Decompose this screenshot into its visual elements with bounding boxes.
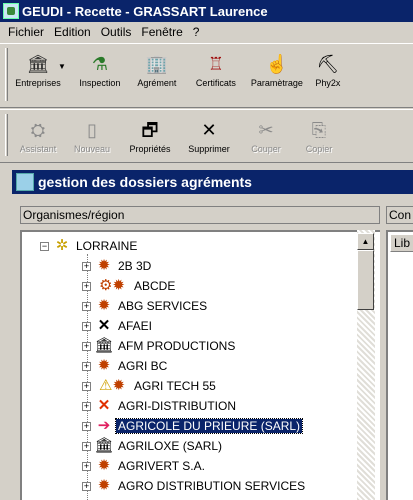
main-toolbar: 🏛 Entreprises ▼ ⚗ Inspection 🏢 Agrément … bbox=[0, 43, 413, 108]
proprietes-button[interactable]: 🗗 Propriétés bbox=[120, 110, 180, 162]
expand-icon[interactable]: + bbox=[82, 281, 91, 291]
copier-button[interactable]: ⎘ Copier bbox=[294, 110, 344, 162]
couper-button[interactable]: ✂ Couper bbox=[238, 110, 294, 162]
expand-icon[interactable]: + bbox=[82, 261, 91, 271]
cross-icon: ✕ bbox=[97, 317, 111, 334]
inspection-button[interactable]: ⚗ Inspection bbox=[72, 44, 128, 107]
entreprises-dropdown-icon[interactable]: ▼ bbox=[58, 62, 66, 71]
red-cross-icon: ✕ bbox=[97, 397, 111, 414]
menu-fichier[interactable]: Fichier bbox=[4, 25, 50, 39]
right-list-panel[interactable]: Lib bbox=[386, 230, 413, 500]
menu-outils[interactable]: Outils bbox=[97, 25, 138, 39]
arrow-right-icon: ➔ bbox=[97, 417, 111, 434]
tree-item[interactable]: + 🏛 AGRILOXE (SARL) bbox=[82, 436, 224, 456]
tree-item[interactable]: + ✹ AGRO DISTRIBUTION SERVICES bbox=[82, 476, 307, 496]
expand-icon[interactable]: + bbox=[82, 341, 91, 351]
gear-icon: ✹ bbox=[97, 477, 111, 494]
menu-help[interactable]: ? bbox=[189, 25, 206, 39]
wizard-icon: ⛭ bbox=[30, 120, 46, 140]
warning-gear-icon: ⚠ ✹ bbox=[98, 377, 126, 394]
expand-icon[interactable]: + bbox=[82, 461, 91, 471]
gear-icon: ✹ bbox=[97, 357, 111, 374]
mdi-window-title: gestion des dossiers agréments bbox=[38, 174, 252, 190]
phy2x-button[interactable]: ⛏ Phy2x bbox=[308, 44, 348, 107]
tree-item[interactable]: + ⚙✹ ABCDE bbox=[82, 276, 177, 296]
window-title: GEUDI - Recette - GRASSART Laurence bbox=[22, 3, 268, 19]
gear-icon: ✹ bbox=[97, 297, 111, 314]
parametrage-button[interactable]: ☝ Paramètrage bbox=[246, 44, 308, 107]
menu-edition[interactable]: Edition bbox=[50, 25, 97, 39]
scissors-icon: ✂ bbox=[258, 120, 274, 140]
mdi-window-titlebar: gestion des dossiers agréments bbox=[12, 170, 413, 194]
scroll-up-arrow-icon[interactable]: ▲ bbox=[357, 233, 374, 250]
tree-item[interactable]: + ✕ AGRI-DISTRIBUTION bbox=[82, 396, 238, 416]
gear-multi-icon: ⚙✹ bbox=[98, 277, 125, 294]
new-document-icon: ▯ bbox=[87, 120, 97, 140]
expand-icon[interactable]: + bbox=[82, 401, 91, 411]
app-icon bbox=[3, 3, 19, 19]
gear-icon: ✹ bbox=[97, 257, 111, 274]
toolbar-grip-2[interactable] bbox=[5, 114, 8, 156]
organism-tree[interactable]: − ✲ LORRAINE + ✹ 2B 3D + ⚙✹ ABCDE + ✹ AB… bbox=[20, 230, 380, 500]
tree-item[interactable]: + ✹ ABG SERVICES bbox=[82, 296, 209, 316]
agrement-icon: 🏢 bbox=[145, 54, 169, 74]
phy2x-icon: ⛏ bbox=[316, 54, 340, 74]
expand-icon[interactable]: + bbox=[82, 301, 91, 311]
certificate-icon: ♖ bbox=[207, 54, 224, 74]
building-icon: 🏛 bbox=[26, 54, 50, 74]
agrement-button[interactable]: 🏢 Agrément bbox=[128, 44, 186, 107]
menu-fenetre[interactable]: Fenêtre bbox=[137, 25, 188, 39]
copy-icon: ⎘ bbox=[311, 120, 327, 140]
edit-toolbar: ⛭ Assistant ▯ Nouveau 🗗 Propriétés ✕ Sup… bbox=[0, 109, 413, 163]
window-titlebar: GEUDI - Recette - GRASSART Laurence bbox=[0, 0, 413, 22]
delete-x-icon: ✕ bbox=[201, 120, 217, 140]
scrollbar-thumb[interactable] bbox=[357, 250, 374, 310]
entreprises-button[interactable]: 🏛 Entreprises bbox=[12, 44, 64, 107]
certificats-button[interactable]: ♖ Certificats bbox=[186, 44, 246, 107]
assistant-button[interactable]: ⛭ Assistant bbox=[12, 110, 64, 162]
supprimer-button[interactable]: ✕ Supprimer bbox=[180, 110, 238, 162]
building-icon: 🏛 bbox=[94, 337, 114, 354]
gear-icon: ✹ bbox=[97, 457, 111, 474]
tree-item[interactable]: + ✹ 2B 3D bbox=[82, 256, 153, 276]
tree-item[interactable]: + ⚠ ✹ AGRI TECH 55 bbox=[82, 376, 218, 396]
expand-icon[interactable]: + bbox=[82, 361, 91, 371]
region-icon: ✲ bbox=[55, 237, 69, 254]
tree-root-lorraine[interactable]: − ✲ LORRAINE bbox=[40, 236, 139, 256]
tree-item[interactable]: + 🏛 AFM PRODUCTIONS bbox=[82, 336, 237, 356]
properties-icon: 🗗 bbox=[141, 120, 159, 140]
building-icon: 🏛 bbox=[94, 437, 114, 454]
right-panel-header: Con bbox=[386, 206, 413, 224]
menubar: Fichier Edition Outils Fenêtre ? bbox=[0, 22, 413, 42]
expand-icon[interactable]: + bbox=[82, 481, 91, 491]
settings-hand-icon: ☝ bbox=[265, 54, 289, 74]
expand-icon[interactable]: + bbox=[82, 441, 91, 451]
tree-item[interactable]: + ✹ AGRIVERT S.A. bbox=[82, 456, 207, 476]
expand-icon[interactable]: + bbox=[82, 421, 91, 431]
toolbar-grip[interactable] bbox=[5, 48, 8, 101]
tree-item[interactable]: + ✹ AGRI BC bbox=[82, 356, 169, 376]
tree-item-selected[interactable]: + ➔ AGRICOLE DU PRIEURE (SARL) bbox=[82, 416, 304, 436]
panel-header: Organismes/région bbox=[20, 206, 380, 224]
expand-icon[interactable]: + bbox=[82, 321, 91, 331]
expand-icon[interactable]: + bbox=[82, 381, 91, 391]
inspection-icon: ⚗ bbox=[91, 54, 108, 74]
right-column-header[interactable]: Lib bbox=[390, 234, 413, 252]
mdi-window-icon bbox=[16, 173, 34, 191]
tree-item[interactable]: + ✕ AFAEI bbox=[82, 316, 154, 336]
nouveau-button[interactable]: ▯ Nouveau bbox=[64, 110, 120, 162]
collapse-icon[interactable]: − bbox=[40, 241, 49, 251]
